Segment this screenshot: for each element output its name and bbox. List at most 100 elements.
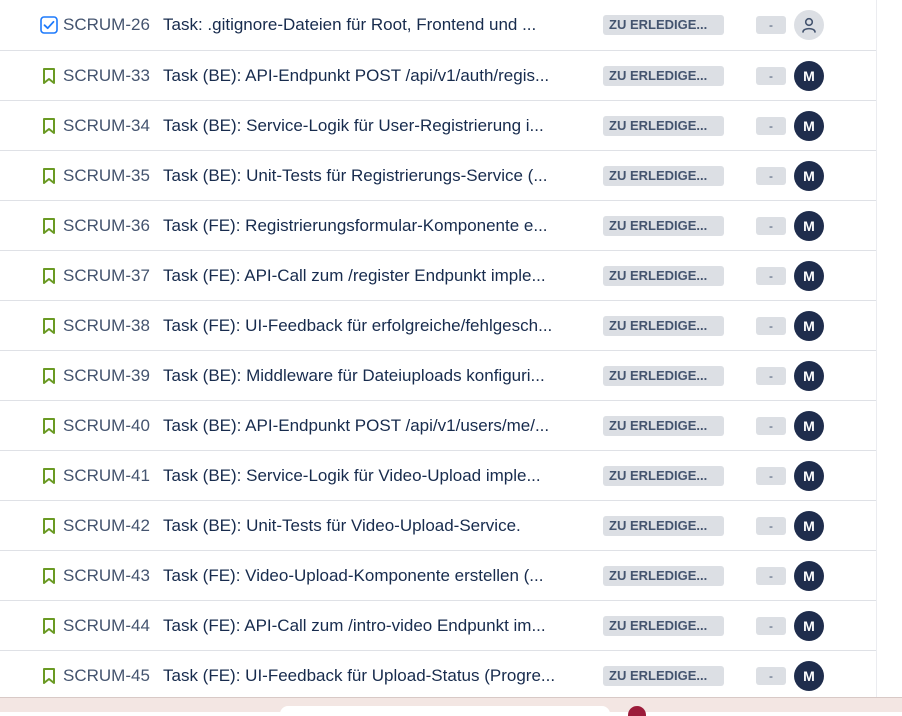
story-points-estimate[interactable]: -: [756, 466, 786, 485]
issue-key[interactable]: SCRUM-26: [63, 15, 150, 35]
issue-row[interactable]: SCRUM-26 Task: .gitignore-Dateien für Roo…: [0, 0, 876, 51]
status-badge[interactable]: ZU ERLEDIGE...: [603, 515, 724, 536]
issue-row[interactable]: SCRUM-39 Task (BE): Middleware für Dateiu…: [0, 351, 876, 401]
story-bookmark-icon: [40, 417, 58, 435]
story-bookmark-icon: [40, 667, 58, 685]
story-bookmark-icon: [40, 467, 58, 485]
story-points-estimate[interactable]: -: [756, 316, 786, 335]
issue-key[interactable]: SCRUM-43: [63, 566, 150, 586]
story-points-estimate[interactable]: -: [756, 416, 786, 435]
assignee-avatar[interactable]: M: [794, 510, 824, 541]
issue-summary[interactable]: Task (BE): Service-Logik für Video-Uploa…: [163, 466, 563, 486]
issue-key[interactable]: SCRUM-36: [63, 216, 150, 236]
status-badge[interactable]: ZU ERLEDIGE...: [603, 215, 724, 236]
issue-key[interactable]: SCRUM-37: [63, 266, 150, 286]
assignee-avatar[interactable]: M: [794, 60, 824, 91]
issue-summary[interactable]: Task: .gitignore-Dateien für Root, Front…: [163, 15, 563, 35]
story-bookmark-icon: [40, 367, 58, 385]
issue-list: SCRUM-26 Task: .gitignore-Dateien für Roo…: [0, 0, 876, 701]
story-bookmark-icon: [40, 67, 58, 85]
story-points-estimate[interactable]: -: [756, 116, 786, 135]
story-points-estimate[interactable]: -: [756, 516, 786, 535]
issue-row[interactable]: SCRUM-36 Task (FE): Registrierungsformula…: [0, 201, 876, 251]
story-bookmark-icon: [40, 317, 58, 335]
issue-row[interactable]: SCRUM-41 Task (BE): Service-Logik für Vid…: [0, 451, 876, 501]
assignee-avatar[interactable]: M: [794, 260, 824, 291]
issue-summary[interactable]: Task (FE): Video-Upload-Komponente erste…: [163, 566, 563, 586]
story-points-estimate[interactable]: -: [756, 66, 786, 85]
issue-summary[interactable]: Task (FE): Registrierungsformular-Kompon…: [163, 216, 563, 236]
issue-row[interactable]: SCRUM-38 Task (FE): UI-Feedback für erfol…: [0, 301, 876, 351]
assignee-avatar[interactable]: M: [794, 110, 824, 141]
issue-row[interactable]: SCRUM-33 Task (BE): API-Endpunkt POST /ap…: [0, 51, 876, 101]
issue-summary[interactable]: Task (FE): API-Call zum /register Endpun…: [163, 266, 563, 286]
assignee-avatar[interactable]: M: [794, 460, 824, 491]
story-points-estimate[interactable]: -: [756, 366, 786, 385]
story-bookmark-icon: [40, 167, 58, 185]
assignee-avatar[interactable]: M: [794, 610, 824, 641]
issue-key[interactable]: SCRUM-33: [63, 66, 150, 86]
assignee-avatar[interactable]: M: [794, 360, 824, 391]
story-bookmark-icon: [40, 117, 58, 135]
story-points-estimate[interactable]: -: [756, 666, 786, 685]
issue-summary[interactable]: Task (BE): API-Endpunkt POST /api/v1/aut…: [163, 66, 563, 86]
issue-row[interactable]: SCRUM-44 Task (FE): API-Call zum /intro-v…: [0, 601, 876, 651]
assignee-avatar[interactable]: M: [794, 410, 824, 441]
vertical-scrollbar[interactable]: [876, 0, 902, 697]
issue-row[interactable]: SCRUM-37 Task (FE): API-Call zum /registe…: [0, 251, 876, 301]
issue-summary[interactable]: Task (BE): Unit-Tests für Video-Upload-S…: [163, 516, 563, 536]
story-points-estimate[interactable]: -: [756, 266, 786, 285]
issue-key[interactable]: SCRUM-42: [63, 516, 150, 536]
story-bookmark-icon: [40, 217, 58, 235]
status-badge[interactable]: ZU ERLEDIGE...: [603, 65, 724, 86]
task-checkbox-icon: [40, 16, 58, 34]
story-points-estimate[interactable]: -: [756, 16, 786, 34]
story-points-estimate[interactable]: -: [756, 216, 786, 235]
unassigned-avatar-icon[interactable]: [794, 10, 824, 40]
issue-key[interactable]: SCRUM-35: [63, 166, 150, 186]
issue-key[interactable]: SCRUM-38: [63, 316, 150, 336]
issue-row[interactable]: SCRUM-45 Task (FE): UI-Feedback für Uploa…: [0, 651, 876, 701]
assignee-avatar[interactable]: M: [794, 560, 824, 591]
issue-summary[interactable]: Task (BE): Middleware für Dateiuploads k…: [163, 366, 563, 386]
issue-key[interactable]: SCRUM-41: [63, 466, 150, 486]
issue-summary[interactable]: Task (FE): UI-Feedback für Upload-Status…: [163, 666, 563, 686]
issue-summary[interactable]: Task (BE): Service-Logik für User-Regist…: [163, 116, 563, 136]
story-points-estimate[interactable]: -: [756, 616, 786, 635]
story-bookmark-icon: [40, 617, 58, 635]
issue-key[interactable]: SCRUM-34: [63, 116, 150, 136]
status-badge[interactable]: ZU ERLEDIGE...: [603, 465, 724, 486]
status-badge[interactable]: ZU ERLEDIGE...: [603, 15, 724, 35]
story-bookmark-icon: [40, 567, 58, 585]
issue-key[interactable]: SCRUM-44: [63, 616, 150, 636]
status-badge[interactable]: ZU ERLEDIGE...: [603, 265, 724, 286]
issue-row[interactable]: SCRUM-40 Task (BE): API-Endpunkt POST /ap…: [0, 401, 876, 451]
issue-summary[interactable]: Task (FE): API-Call zum /intro-video End…: [163, 616, 563, 636]
issue-key[interactable]: SCRUM-39: [63, 366, 150, 386]
issue-row[interactable]: SCRUM-42 Task (BE): Unit-Tests für Video-…: [0, 501, 876, 551]
assignee-avatar[interactable]: M: [794, 660, 824, 691]
issue-row[interactable]: SCRUM-35 Task (BE): Unit-Tests für Regist…: [0, 151, 876, 201]
issue-row[interactable]: SCRUM-34 Task (BE): Service-Logik für Use…: [0, 101, 876, 151]
story-bookmark-icon: [40, 267, 58, 285]
status-badge[interactable]: ZU ERLEDIGE...: [603, 565, 724, 586]
status-badge[interactable]: ZU ERLEDIGE...: [603, 315, 724, 336]
taskbar-search-area[interactable]: [280, 706, 610, 716]
issue-key[interactable]: SCRUM-45: [63, 666, 150, 686]
issue-key[interactable]: SCRUM-40: [63, 416, 150, 436]
assignee-avatar[interactable]: M: [794, 160, 824, 191]
assignee-avatar[interactable]: M: [794, 310, 824, 341]
issue-row[interactable]: SCRUM-43 Task (FE): Video-Upload-Komponen…: [0, 551, 876, 601]
issue-summary[interactable]: Task (BE): API-Endpunkt POST /api/v1/use…: [163, 416, 563, 436]
status-badge[interactable]: ZU ERLEDIGE...: [603, 365, 724, 386]
story-points-estimate[interactable]: -: [756, 566, 786, 585]
status-badge[interactable]: ZU ERLEDIGE...: [603, 165, 724, 186]
status-badge[interactable]: ZU ERLEDIGE...: [603, 665, 724, 686]
issue-summary[interactable]: Task (FE): UI-Feedback für erfolgreiche/…: [163, 316, 563, 336]
assignee-avatar[interactable]: M: [794, 210, 824, 241]
status-badge[interactable]: ZU ERLEDIGE...: [603, 115, 724, 136]
issue-summary[interactable]: Task (BE): Unit-Tests für Registrierungs…: [163, 166, 563, 186]
story-points-estimate[interactable]: -: [756, 166, 786, 185]
status-badge[interactable]: ZU ERLEDIGE...: [603, 415, 724, 436]
status-badge[interactable]: ZU ERLEDIGE...: [603, 615, 724, 636]
